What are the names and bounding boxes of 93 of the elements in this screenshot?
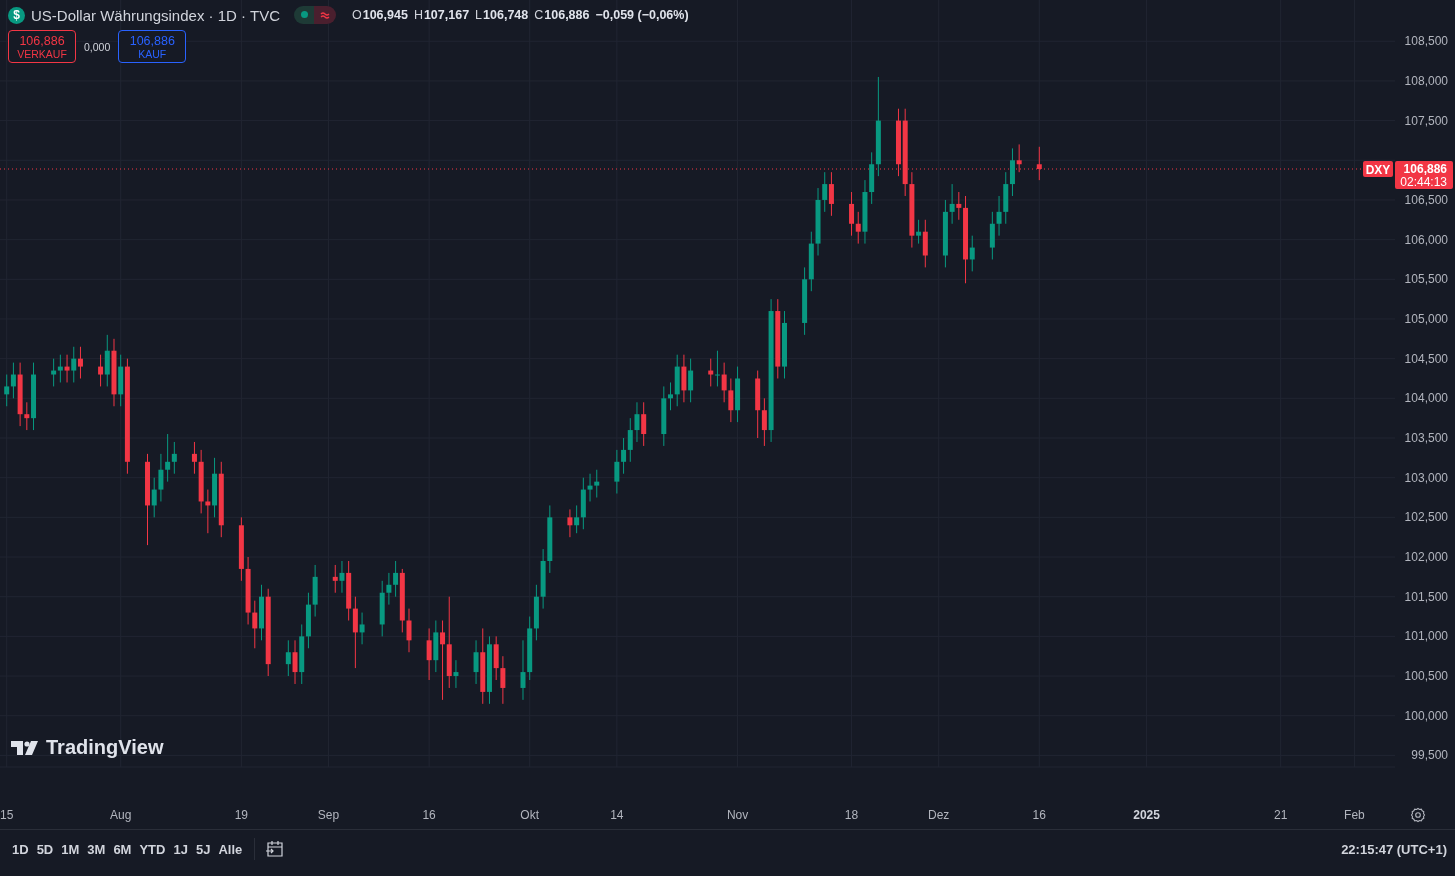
time-axis-label: 19	[234, 807, 249, 822]
falling-candle	[1016, 143, 1022, 173]
symbol-tag: DXY	[1363, 161, 1393, 177]
time-axis-label: 16	[1032, 807, 1046, 822]
price-axis-label: 101,000	[1404, 629, 1448, 644]
falling-candle	[708, 358, 714, 387]
price-axis-label: 105,000	[1404, 312, 1448, 326]
falling-candle	[1036, 146, 1042, 181]
price-axis-label: 104,000	[1404, 391, 1448, 406]
range-button[interactable]: 5J	[191, 837, 215, 861]
rising-candle	[259, 584, 264, 641]
current-price-label: 106,886 02:44:13	[1395, 161, 1453, 189]
time-axis-label: Nov	[726, 807, 749, 822]
tradingview-logo: TradingView	[11, 736, 164, 759]
range-button[interactable]: 1M	[57, 837, 84, 861]
price-axis-label: 107,500	[1404, 113, 1448, 128]
market-status-indicator[interactable]	[293, 6, 336, 24]
price-axis-label: 103,500	[1404, 431, 1448, 445]
ohlc-value: C106,886	[534, 8, 590, 22]
time-axis-label: Aug	[110, 807, 132, 822]
price-axis-label: 103,000	[1404, 470, 1448, 485]
rising-candle	[104, 334, 110, 387]
price-axis-label: 102,500	[1404, 510, 1448, 525]
price-axis-label: 104,500	[1404, 351, 1448, 366]
rising-candle	[453, 659, 459, 689]
falling-candle	[922, 219, 928, 268]
buy-button[interactable]: 106,886 KAUF	[118, 30, 187, 63]
rising-candle	[339, 560, 345, 594]
settings-icon[interactable]	[1410, 806, 1426, 823]
rising-candle	[473, 639, 479, 685]
price-change: −0,059 (−0,06%)	[595, 8, 689, 22]
time-axis-label: 15	[0, 807, 14, 822]
rising-candle	[71, 346, 77, 383]
price-axis-label: 108,500	[1404, 34, 1448, 49]
range-button[interactable]: 3M	[83, 837, 110, 861]
falling-candle	[64, 354, 70, 383]
rising-candle	[31, 362, 37, 431]
rising-candle	[486, 635, 492, 705]
falling-candle	[567, 508, 573, 538]
time-axis-label: 14	[610, 807, 624, 822]
rising-candle	[735, 366, 741, 423]
falling-candle	[77, 346, 83, 379]
ohlc-value: L106,748	[475, 8, 529, 22]
falling-candle	[641, 401, 647, 447]
time-axis-label: 21	[1274, 807, 1288, 822]
falling-candle	[681, 354, 687, 403]
price-axis-label: 100,500	[1404, 669, 1448, 684]
rising-candle	[212, 457, 218, 518]
time-axis-label: 2025	[1133, 807, 1160, 822]
price-axis-label: 99,500	[1411, 748, 1448, 763]
time-axis-label: 18	[844, 807, 859, 822]
falling-candle	[828, 171, 834, 217]
price-axis-label: 106,500	[1404, 192, 1448, 207]
ohlc-value: H107,167	[413, 8, 470, 22]
time-axis-label: Okt	[520, 807, 540, 822]
rising-candle	[969, 235, 975, 272]
range-button[interactable]: 5D	[32, 837, 58, 861]
rising-candle	[916, 219, 922, 245]
falling-candle	[98, 354, 104, 387]
ohlc-value: O106,945	[351, 8, 408, 22]
price-axis-label: 101,500	[1404, 589, 1448, 604]
range-button[interactable]: 6M	[109, 837, 136, 861]
price-axis-label: 108,000	[1404, 73, 1448, 88]
range-button[interactable]: Alle	[214, 837, 247, 861]
symbol-badge: $	[8, 6, 25, 24]
rising-candle	[433, 620, 439, 673]
rising-candle	[118, 354, 124, 407]
price-axis-label: 102,000	[1404, 550, 1448, 564]
range-button[interactable]: 1J	[169, 837, 192, 861]
falling-candle	[426, 627, 432, 681]
time-axis-label: Dez	[928, 807, 950, 822]
time-axis-label: Sep	[317, 807, 340, 822]
falling-candle	[332, 564, 338, 594]
rising-candle	[714, 350, 720, 387]
price-axis-label: 106,000	[1404, 232, 1448, 247]
falling-candle	[111, 338, 117, 407]
price-axis-label: 100,000	[1404, 708, 1448, 723]
sell-button[interactable]: 106,886 VERKAUF	[8, 30, 76, 63]
clock-time: 22:15:47 (UTC+1)	[1341, 841, 1447, 857]
time-axis-label: 16	[422, 807, 436, 822]
symbol-title[interactable]: US-Dollar Währungsindex · 1D · TVC	[31, 6, 280, 24]
falling-candle	[292, 639, 298, 685]
rising-candle	[285, 639, 291, 677]
spread-value: 0,000	[84, 40, 111, 53]
range-button[interactable]: 1D	[8, 837, 33, 861]
rising-candle	[782, 310, 787, 379]
rising-candle	[688, 358, 694, 403]
price-axis-label: 105,500	[1404, 272, 1448, 287]
range-button[interactable]: YTD	[135, 837, 170, 861]
time-axis-label: Feb	[1344, 807, 1365, 822]
rising-candle	[359, 612, 365, 645]
calendar-icon[interactable]	[265, 840, 286, 858]
logo-icon	[11, 740, 41, 755]
